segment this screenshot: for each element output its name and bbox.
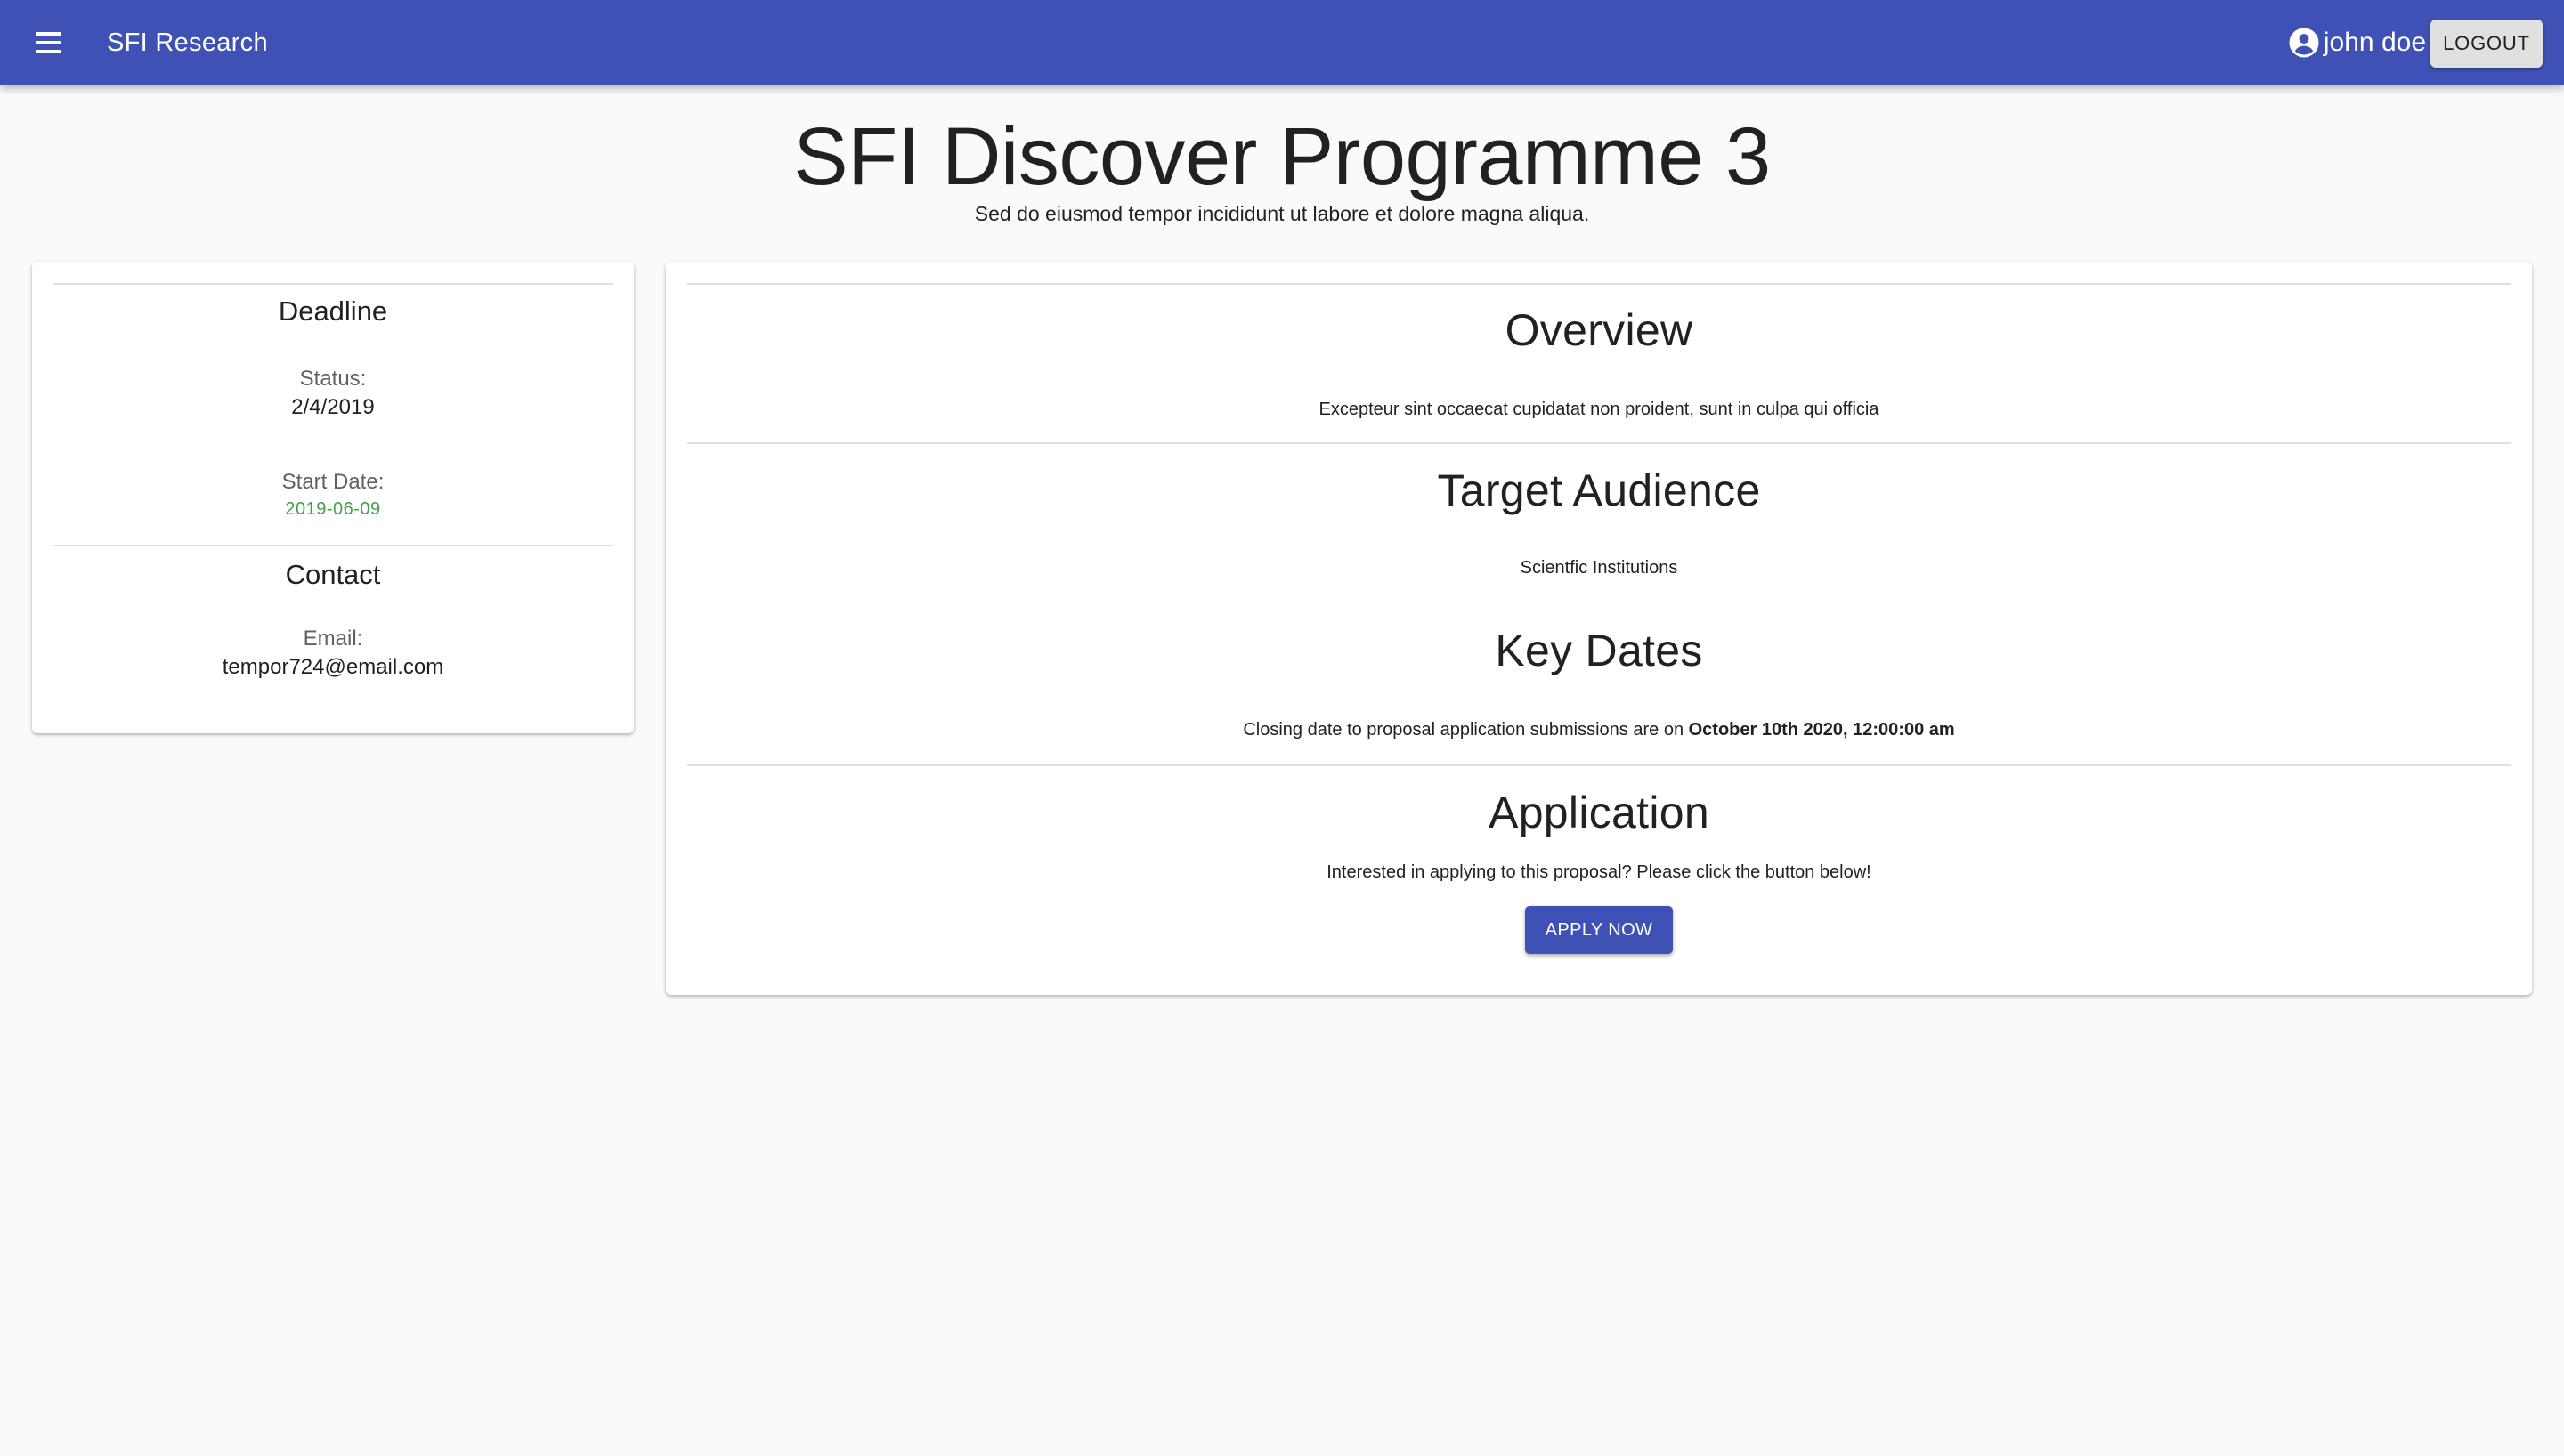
contact-heading: Contact xyxy=(285,559,381,590)
target-audience-text: Scientfic Institutions xyxy=(1520,558,1678,578)
divider xyxy=(53,545,613,546)
start-date-value: 2019-06-09 xyxy=(285,499,381,519)
account-circle-icon xyxy=(2289,28,2319,58)
status-label: Status: xyxy=(299,367,367,391)
key-dates-heading: Key Dates xyxy=(1495,626,1703,675)
key-dates-text: Closing date to proposal application sub… xyxy=(666,717,2532,742)
info-card: Deadline Status: 2/4/2019 Start Date: 20… xyxy=(32,262,634,733)
page-title: SFI Discover Programme 3 xyxy=(793,111,1771,202)
application-heading: Application xyxy=(1489,788,1709,837)
overview-text: Excepteur sint occaecat cupidatat non pr… xyxy=(1319,400,1879,419)
deadline-heading: Deadline xyxy=(278,295,388,327)
details-card: Overview Excepteur sint occaecat cupidat… xyxy=(666,262,2532,995)
app-bar: SFI Research john doe LOGOUT xyxy=(0,0,2564,85)
key-dates-prefix: Closing date to proposal application sub… xyxy=(1243,720,1689,740)
start-date-label: Start Date: xyxy=(281,470,385,494)
status-value: 2/4/2019 xyxy=(291,395,375,419)
closing-date: October 10th 2020, 12:00:00 am xyxy=(1688,720,1955,740)
user-profile[interactable]: john doe xyxy=(2288,0,2426,85)
email-value[interactable]: tempor724@email.com xyxy=(32,653,634,682)
target-audience-heading: Target Audience xyxy=(1437,465,1761,515)
email-label: Email: xyxy=(303,627,363,651)
divider xyxy=(687,764,2511,766)
divider xyxy=(53,283,613,285)
app-title: SFI Research xyxy=(107,28,268,57)
overview-heading: Overview xyxy=(1505,305,1693,355)
logout-button[interactable]: LOGOUT xyxy=(2430,20,2543,68)
page-subtitle: Sed do eiusmod tempor incididunt ut labo… xyxy=(974,202,1590,225)
divider xyxy=(687,283,2511,285)
user-name: john doe xyxy=(2323,28,2426,57)
divider xyxy=(687,442,2511,444)
apply-now-button[interactable]: APPLY NOW xyxy=(1525,906,1673,954)
application-text: Interested in applying to this proposal?… xyxy=(1327,862,1871,882)
menu-icon[interactable] xyxy=(27,21,69,64)
